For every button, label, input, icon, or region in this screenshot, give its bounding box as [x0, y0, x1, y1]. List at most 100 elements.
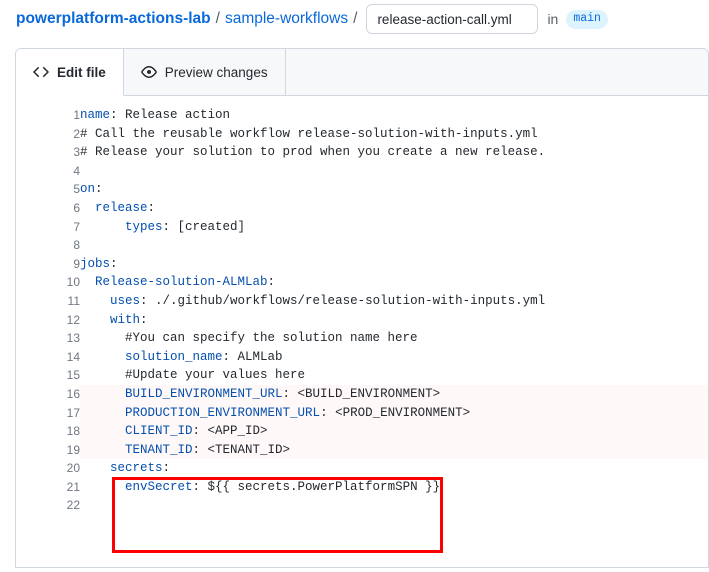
filename-input[interactable]	[366, 4, 538, 34]
breadcrumb: powerplatform-actions-lab / sample-workf…	[0, 0, 709, 38]
code-line-content[interactable]	[80, 496, 708, 515]
code-token: with	[110, 313, 140, 327]
code-line: 3# Release your solution to prod when yo…	[16, 143, 708, 162]
code-token: name	[80, 108, 110, 122]
code-line: 12 with:	[16, 311, 708, 330]
code-line-content[interactable]: name: Release action	[80, 106, 708, 125]
code-line: 1name: Release action	[16, 106, 708, 125]
breadcrumb-repo-link[interactable]: powerplatform-actions-lab	[16, 10, 211, 28]
code-line: 11 uses: ./.github/workflows/release-sol…	[16, 292, 708, 311]
line-number: 4	[16, 162, 80, 181]
tab-edit-file[interactable]: Edit file	[16, 49, 124, 96]
line-number: 12	[16, 311, 80, 330]
code-token: #Update your values here	[125, 368, 305, 382]
code-line-content[interactable]: #Update your values here	[80, 366, 708, 385]
code-token: :	[110, 257, 118, 271]
line-number: 6	[16, 199, 80, 218]
code-line-content[interactable]: CLIENT_ID: <APP_ID>	[80, 422, 708, 441]
code-icon	[33, 64, 49, 80]
code-token	[80, 461, 110, 475]
line-number: 7	[16, 218, 80, 237]
code-line: 22	[16, 496, 708, 515]
line-number: 15	[16, 366, 80, 385]
in-label: in	[547, 11, 558, 27]
line-number: 18	[16, 422, 80, 441]
code-token: uses	[110, 294, 140, 308]
code-line-content[interactable]: types: [created]	[80, 218, 708, 237]
code-token: BUILD_ENVIRONMENT_URL	[125, 387, 283, 401]
code-token: # Call the reusable workflow release-sol…	[80, 127, 538, 141]
line-number: 14	[16, 348, 80, 367]
code-line-content[interactable]	[80, 236, 708, 255]
line-number: 11	[16, 292, 80, 311]
code-line: 9jobs:	[16, 255, 708, 274]
eye-icon	[141, 64, 157, 80]
code-token: jobs	[80, 257, 110, 271]
code-line-content[interactable]: envSecret: ${{ secrets.PowerPlatformSPN …	[80, 478, 708, 497]
code-token: : ${{ secrets.PowerPlatformSPN }}	[193, 480, 441, 494]
code-line: 16 BUILD_ENVIRONMENT_URL: <BUILD_ENVIRON…	[16, 385, 708, 404]
code-line: 18 CLIENT_ID: <APP_ID>	[16, 422, 708, 441]
code-line-content[interactable]: uses: ./.github/workflows/release-soluti…	[80, 292, 708, 311]
code-line-content[interactable]: Release-solution-ALMLab:	[80, 273, 708, 292]
code-lines-table: 1name: Release action2# Call the reusabl…	[16, 106, 708, 515]
breadcrumb-separator-2: /	[353, 10, 357, 28]
line-number: 21	[16, 478, 80, 497]
code-token	[80, 275, 95, 289]
code-token: Release-solution-ALMLab	[95, 275, 268, 289]
line-number: 20	[16, 459, 80, 478]
code-token	[80, 350, 125, 364]
line-number: 3	[16, 143, 80, 162]
code-line-content[interactable]: with:	[80, 311, 708, 330]
code-token	[80, 480, 125, 494]
code-token: : ALMLab	[223, 350, 283, 364]
code-token	[80, 331, 125, 345]
code-line-content[interactable]: PRODUCTION_ENVIRONMENT_URL: <PROD_ENVIRO…	[80, 404, 708, 423]
code-line: 7 types: [created]	[16, 218, 708, 237]
code-line: 19 TENANT_ID: <TENANT_ID>	[16, 441, 708, 460]
code-line-content[interactable]: BUILD_ENVIRONMENT_URL: <BUILD_ENVIRONMEN…	[80, 385, 708, 404]
code-line-content[interactable]: secrets:	[80, 459, 708, 478]
code-line: 2# Call the reusable workflow release-so…	[16, 125, 708, 144]
code-token: on	[80, 182, 95, 196]
file-editor-card: Edit file Preview changes 1name: Release…	[15, 48, 709, 568]
branch-badge: main	[566, 10, 608, 29]
code-token: : ./.github/workflows/release-solution-w…	[140, 294, 545, 308]
code-line-content[interactable]: solution_name: ALMLab	[80, 348, 708, 367]
code-token: release	[95, 201, 148, 215]
code-token: envSecret	[125, 480, 193, 494]
code-token: TENANT_ID	[125, 443, 193, 457]
code-editor[interactable]: 1name: Release action2# Call the reusabl…	[16, 96, 708, 568]
code-line-content[interactable]: # Release your solution to prod when you…	[80, 143, 708, 162]
code-line-content[interactable]: #You can specify the solution name here	[80, 329, 708, 348]
code-token	[80, 201, 95, 215]
code-token	[80, 313, 110, 327]
line-number: 16	[16, 385, 80, 404]
code-token	[80, 443, 125, 457]
code-line: 21 envSecret: ${{ secrets.PowerPlatformS…	[16, 478, 708, 497]
editor-tabs: Edit file Preview changes	[16, 49, 708, 96]
code-token: : <BUILD_ENVIRONMENT>	[283, 387, 441, 401]
code-line-content[interactable]: # Call the reusable workflow release-sol…	[80, 125, 708, 144]
code-line: 4	[16, 162, 708, 181]
code-token: CLIENT_ID	[125, 424, 193, 438]
code-line: 14 solution_name: ALMLab	[16, 348, 708, 367]
tab-preview-changes-label: Preview changes	[165, 65, 268, 80]
line-number: 13	[16, 329, 80, 348]
line-number: 2	[16, 125, 80, 144]
code-line-content[interactable]	[80, 162, 708, 181]
code-line: 20 secrets:	[16, 459, 708, 478]
code-line-content[interactable]: TENANT_ID: <TENANT_ID>	[80, 441, 708, 460]
code-token: PRODUCTION_ENVIRONMENT_URL	[125, 406, 320, 420]
breadcrumb-folder-link[interactable]: sample-workflows	[225, 10, 348, 28]
tab-preview-changes[interactable]: Preview changes	[124, 49, 286, 95]
code-line: 15 #Update your values here	[16, 366, 708, 385]
code-line: 6 release:	[16, 199, 708, 218]
code-line-content[interactable]: jobs:	[80, 255, 708, 274]
line-number: 19	[16, 441, 80, 460]
code-token: solution_name	[125, 350, 223, 364]
code-line-content[interactable]: release:	[80, 199, 708, 218]
code-line-content[interactable]: on:	[80, 180, 708, 199]
code-token: types	[125, 220, 163, 234]
code-token	[80, 424, 125, 438]
